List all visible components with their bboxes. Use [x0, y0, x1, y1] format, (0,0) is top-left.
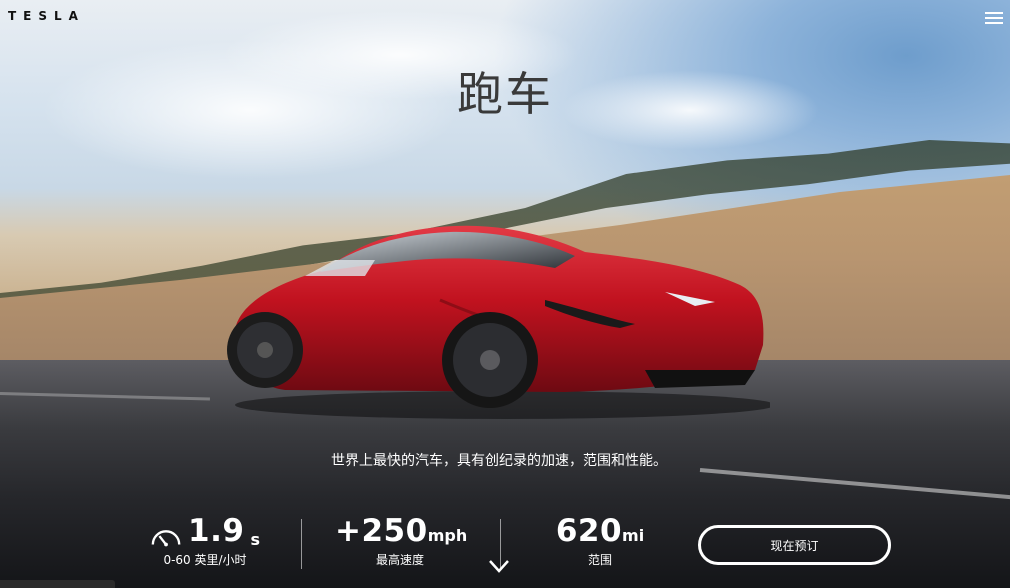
chevron-down-icon[interactable] — [488, 558, 510, 574]
stat-value: +250 — [335, 513, 428, 549]
browser-status-bar — [0, 580, 115, 588]
stat-unit: mph — [427, 526, 468, 545]
tesla-logo[interactable]: TESLA — [8, 9, 85, 23]
stat-top-speed: +250mph 最高速度 — [335, 513, 468, 568]
stat-unit: s — [250, 530, 260, 549]
roadster-car-image — [227, 225, 770, 419]
stat-divider — [301, 519, 302, 569]
order-now-button[interactable]: 现在预订 — [698, 525, 891, 565]
stat-label: 最高速度 — [375, 553, 424, 567]
stat-acceleration: 1.9 s 0-60 英里/小时 — [150, 513, 260, 568]
stat-unit: mi — [622, 526, 645, 545]
speedometer-icon — [151, 530, 181, 547]
stat-label: 0-60 英里/小时 — [163, 553, 247, 567]
stat-value: 620 — [555, 513, 623, 549]
page-title: 跑车 — [457, 67, 553, 121]
hamburger-menu-icon[interactable] — [985, 12, 1003, 25]
stat-label: 范围 — [587, 553, 612, 567]
stat-range: 620mi 范围 — [545, 513, 655, 568]
stat-value: 1.9 — [188, 513, 245, 549]
hero-tagline: 世界上最快的汽车，具有创纪录的加速，范围和性能。 — [331, 453, 667, 469]
